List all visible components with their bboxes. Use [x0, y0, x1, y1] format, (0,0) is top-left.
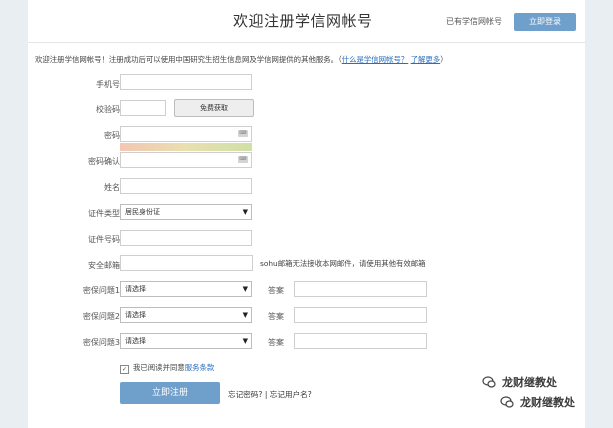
code-input[interactable]	[120, 100, 166, 116]
id-number-label: 证件号码*	[28, 234, 128, 245]
dropdown-arrow-icon: ▼	[242, 311, 248, 319]
dropdown-arrow-icon: ▼	[242, 285, 248, 293]
question2-select[interactable]: 请选择 ▼	[120, 307, 252, 323]
dropdown-arrow-icon: ▼	[242, 337, 248, 345]
question1-label-text: 密保问题1	[82, 286, 120, 295]
question3-label: 密保问题3*	[28, 337, 128, 348]
question1-label: 密保问题1*	[28, 285, 128, 296]
has-account-text: 已有学信网帐号	[446, 17, 502, 26]
question2-label-text: 密保问题2	[82, 312, 120, 321]
learn-more-link[interactable]: 了解更多	[411, 55, 441, 64]
page-header: 欢迎注册学信网帐号 已有学信网帐号 立即登录	[28, 0, 585, 43]
answer1-input[interactable]	[294, 281, 427, 297]
confirm-label-text: 密码确认	[88, 157, 120, 166]
terms-link[interactable]: 服务条款	[185, 363, 215, 372]
watermark-line2: 龙财继教处	[520, 396, 575, 409]
email-input[interactable]	[120, 255, 253, 271]
question3-label-text: 密保问题3	[82, 338, 120, 347]
question2-label: 密保问题2*	[28, 311, 128, 322]
confirm-password-input[interactable]: ⌨	[120, 152, 252, 168]
agree-row: ✓ 我已阅读并同意服务条款	[120, 362, 214, 374]
phone-input[interactable]	[120, 74, 252, 90]
question3-select[interactable]: 请选择 ▼	[120, 333, 252, 349]
wechat-icon	[500, 396, 514, 408]
answer2-input[interactable]	[294, 307, 427, 323]
answer1-label: 答案	[268, 286, 284, 295]
login-button[interactable]: 立即登录	[514, 13, 576, 31]
id-type-label-text: 证件类型	[88, 209, 120, 218]
code-label-text: 校验码	[96, 105, 120, 114]
question1-value: 请选择	[125, 285, 146, 293]
wechat-icon	[482, 376, 496, 388]
answer3-label: 答案	[268, 338, 284, 347]
email-note: sohu邮箱无法接收本网邮件，请使用其他有效邮箱	[260, 259, 426, 268]
keyboard-icon[interactable]: ⌨	[238, 130, 248, 137]
confirm-label: 密码确认*	[28, 156, 128, 167]
registration-page: 欢迎注册学信网帐号 已有学信网帐号 立即登录 欢迎注册学信网帐号！注册成功后可以…	[28, 0, 585, 428]
question2-value: 请选择	[125, 311, 146, 319]
forgot-links[interactable]: 忘记密码? | 忘记用户名?	[228, 389, 312, 400]
code-label: 校验码*	[28, 104, 128, 115]
watermark: 龙财继教处 龙财继教处	[474, 372, 604, 422]
answer3-input[interactable]	[294, 333, 427, 349]
agree-text: 我已阅读并同意	[133, 363, 185, 372]
password-label-text: 密码	[104, 131, 120, 140]
id-number-input[interactable]	[120, 230, 252, 246]
phone-label: 手机号*	[28, 79, 128, 90]
register-button[interactable]: 立即注册	[120, 382, 220, 404]
id-number-label-text: 证件号码	[88, 235, 120, 244]
answer2-label: 答案	[268, 312, 284, 321]
intro-close: ）	[440, 55, 448, 64]
intro-body: 欢迎注册学信网帐号！注册成功后可以使用中国研究生招生信息网及学信网提供的其他服务…	[35, 55, 342, 64]
name-label-text: 姓名	[104, 183, 120, 192]
question3-value: 请选择	[125, 337, 146, 345]
email-label-text: 安全邮箱	[88, 261, 120, 270]
password-input[interactable]: ⌨	[120, 126, 252, 142]
phone-label-text: 手机号	[96, 80, 120, 89]
password-label: 密码*	[28, 130, 128, 141]
agree-checkbox[interactable]: ✓	[120, 365, 129, 374]
name-input[interactable]	[120, 178, 252, 194]
intro-text: 欢迎注册学信网帐号！注册成功后可以使用中国研究生招生信息网及学信网提供的其他服务…	[35, 54, 595, 65]
id-type-select[interactable]: 居民身份证 ▼	[120, 204, 252, 220]
watermark-line1: 龙财继教处	[502, 376, 557, 389]
password-strength-bar	[120, 143, 252, 151]
email-label: 安全邮箱*	[28, 260, 128, 271]
question1-select[interactable]: 请选择 ▼	[120, 281, 252, 297]
name-label: 姓名*	[28, 182, 128, 193]
dropdown-arrow-icon: ▼	[242, 208, 248, 216]
id-type-label: 证件类型*	[28, 208, 128, 219]
keyboard-icon[interactable]: ⌨	[238, 156, 248, 163]
what-is-account-link[interactable]: 什么是学信网帐号？	[342, 55, 409, 64]
id-type-value: 居民身份证	[125, 208, 160, 216]
page-title: 欢迎注册学信网帐号	[233, 12, 373, 30]
free-get-code-button[interactable]: 免费获取	[174, 99, 254, 117]
